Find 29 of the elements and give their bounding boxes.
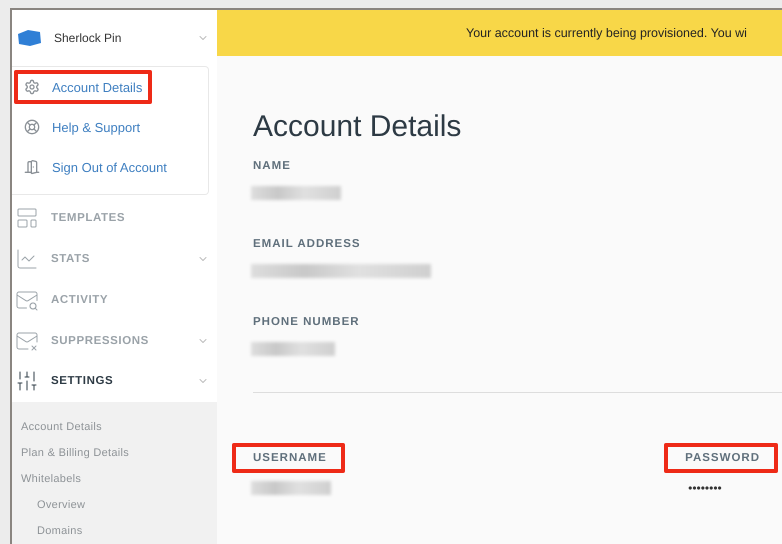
nav-item[interactable]: ACTIVITY xyxy=(12,279,217,320)
account-menu-item[interactable]: Help & Support xyxy=(14,110,150,144)
field-label: USERNAME xyxy=(232,443,345,473)
nav-item[interactable]: SETTINGS xyxy=(12,361,217,402)
provisioning-banner: Your account is currently being provisioned. You wi xyxy=(217,10,782,56)
submenu-link[interactable]: Domains xyxy=(21,518,217,544)
field-label: PHONE NUMBER xyxy=(253,316,360,328)
line-chart-icon xyxy=(15,246,39,271)
account-name: Sherlock Pin xyxy=(54,31,122,46)
nav-item[interactable]: TEMPLATES xyxy=(12,197,217,238)
account-menu-item[interactable]: Account Details xyxy=(14,70,152,104)
door-icon xyxy=(24,159,40,176)
account-menu-item[interactable]: Sign Out of Account xyxy=(14,150,177,184)
nav-item[interactable]: SUPPRESSIONS xyxy=(12,320,217,361)
settings-icon xyxy=(24,79,40,96)
submenu-link[interactable]: Overview xyxy=(21,492,217,518)
field-label: PASSWORD xyxy=(664,443,778,473)
field-label: NAME xyxy=(253,160,291,172)
page-title: Account Details xyxy=(253,110,462,144)
field-label: EMAIL ADDRESS xyxy=(253,238,361,250)
layout-icon xyxy=(15,206,39,230)
lifebuoy-icon xyxy=(24,119,40,136)
sliders-icon xyxy=(15,369,39,394)
logo-icon xyxy=(16,29,42,48)
submenu-link[interactable]: Account Details xyxy=(21,414,217,440)
submenu-link[interactable]: Plan & Billing Details xyxy=(21,440,217,466)
submenu-link[interactable]: Whitelabels xyxy=(21,466,217,492)
masked-password: •••••••• xyxy=(687,481,723,495)
nav-item[interactable]: STATS xyxy=(12,238,217,280)
